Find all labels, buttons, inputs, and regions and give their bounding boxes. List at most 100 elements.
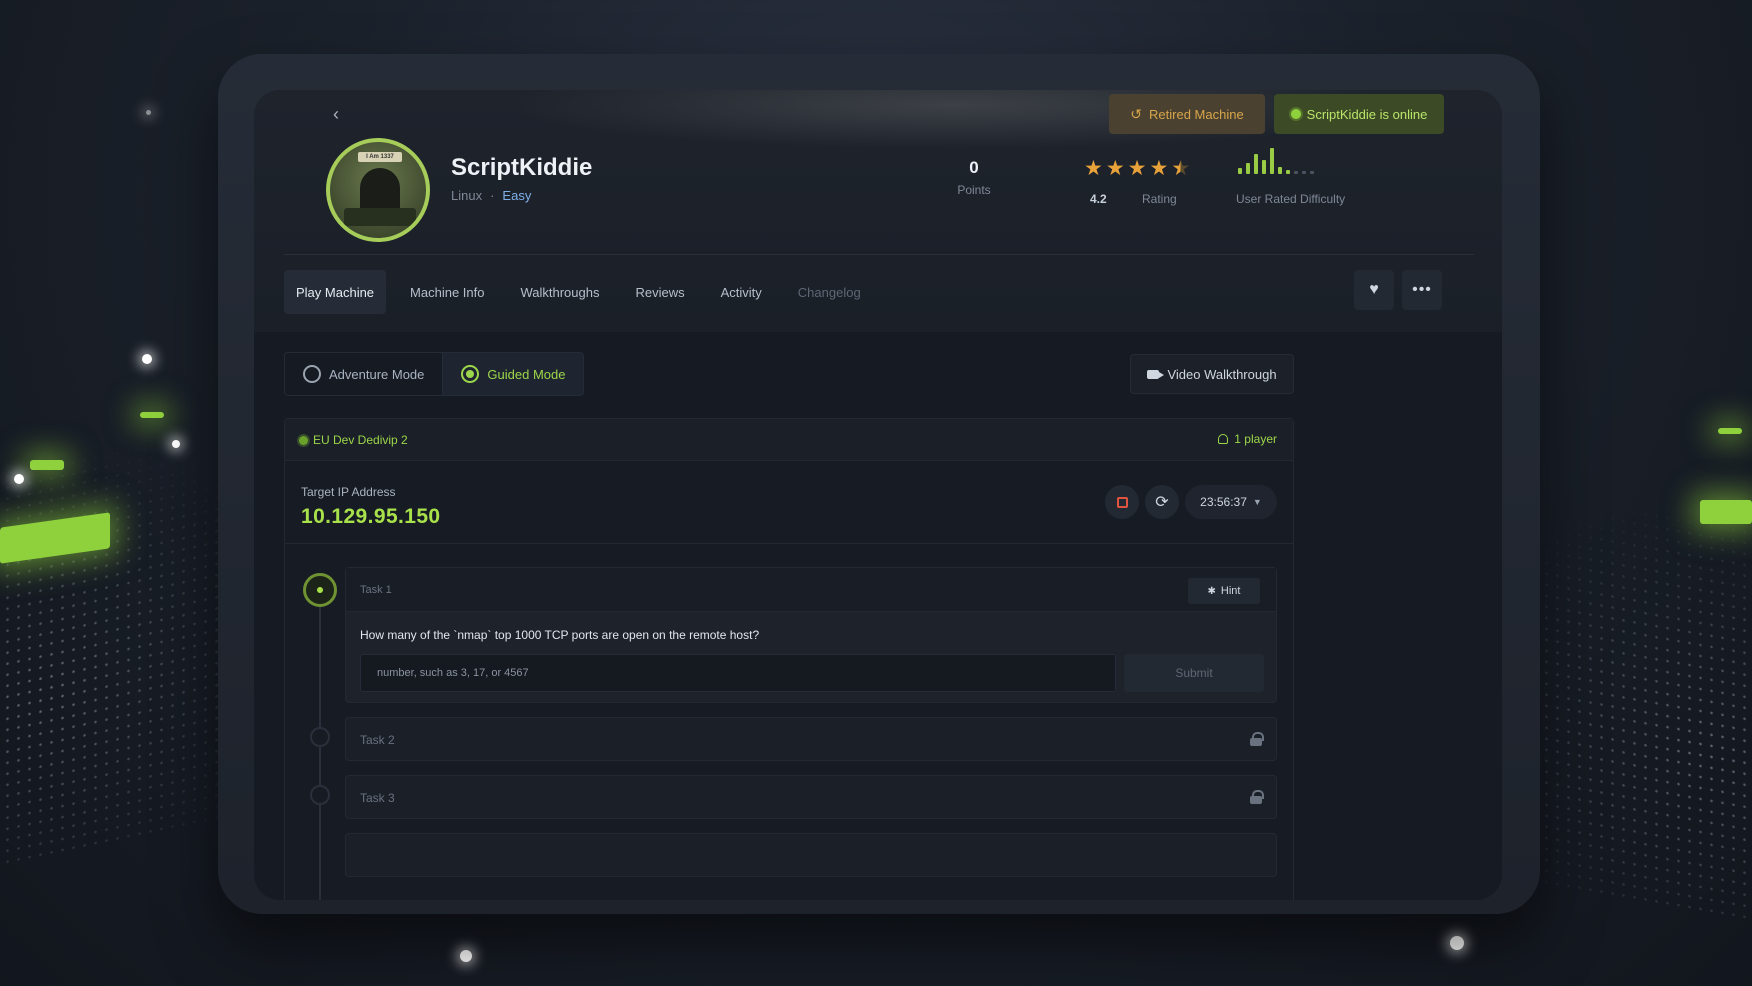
lock-icon bbox=[1250, 732, 1264, 746]
background-bokeh bbox=[172, 440, 180, 448]
online-status-icon bbox=[1290, 109, 1301, 119]
tab-activity[interactable]: Activity bbox=[709, 270, 774, 314]
favorite-button[interactable]: ♥ bbox=[1354, 270, 1394, 310]
avatar-desk bbox=[344, 208, 416, 226]
player-count-label: 1 player bbox=[1234, 432, 1277, 446]
submit-button[interactable]: Submit bbox=[1124, 654, 1264, 692]
chevron-down-icon: ▼ bbox=[1252, 497, 1262, 507]
server-bar: EU Dev Dedivip 2 1 player bbox=[285, 419, 1293, 461]
video-camera-icon bbox=[1147, 369, 1165, 379]
machine-panel: EU Dev Dedivip 2 1 player Target IP Addr… bbox=[284, 418, 1294, 900]
server-name[interactable]: EU Dev Dedivip 2 bbox=[299, 433, 408, 447]
task-4-card-partial bbox=[345, 833, 1277, 877]
back-chevron-icon[interactable]: ‹ bbox=[326, 104, 346, 124]
background-bokeh bbox=[1450, 936, 1464, 950]
timer-value: 23:56:37 bbox=[1200, 495, 1247, 509]
task-1-title: Task 1 bbox=[360, 584, 392, 596]
background-bokeh bbox=[146, 110, 151, 115]
rating-stars: ★ ★ ★ ★ ★ bbox=[1084, 156, 1190, 181]
points-label: Points bbox=[957, 183, 991, 197]
more-options-button[interactable]: ••• bbox=[1402, 270, 1442, 310]
player-count: 1 player bbox=[1218, 432, 1277, 446]
difficulty-bar bbox=[1278, 167, 1282, 174]
reset-machine-button[interactable]: ⟳ bbox=[1145, 485, 1179, 519]
half-star-icon: ★ bbox=[1171, 157, 1191, 180]
difficulty-bar bbox=[1270, 148, 1274, 174]
machine-subtitle: Linux · Easy bbox=[451, 188, 531, 203]
machine-avatar: I Am 1337 bbox=[326, 138, 430, 242]
points-value: 0 bbox=[969, 158, 979, 177]
mode-switch: Adventure Mode Guided Mode bbox=[284, 352, 585, 396]
tab-play-machine[interactable]: Play Machine bbox=[284, 270, 387, 314]
heart-icon: ♥ bbox=[1369, 281, 1379, 298]
task-3-node-icon bbox=[310, 785, 330, 805]
user-rated-difficulty-label: User Rated Difficulty bbox=[1236, 192, 1346, 206]
difficulty-bar bbox=[1310, 171, 1314, 174]
difficulty-bar bbox=[1254, 154, 1258, 174]
tab-changelog[interactable]: Changelog bbox=[786, 270, 873, 314]
tab-machine-info[interactable]: Machine Info bbox=[398, 270, 496, 314]
machine-online-label: ScriptKiddie is online bbox=[1306, 106, 1428, 122]
task-1-question: How many of the `nmap` top 1000 TCP port… bbox=[360, 628, 760, 642]
task-2-node-icon bbox=[310, 727, 330, 747]
background-glow-block bbox=[1700, 500, 1752, 524]
task-2-card[interactable]: Task 2 bbox=[345, 717, 1277, 761]
server-status-icon bbox=[299, 435, 308, 445]
hint-label: Hint bbox=[1220, 585, 1241, 597]
background-glow-block bbox=[1718, 428, 1742, 434]
machine-online-badge: ScriptKiddie is online bbox=[1274, 94, 1444, 134]
radio-icon bbox=[303, 365, 321, 383]
adventure-mode-label: Adventure Mode bbox=[329, 366, 425, 382]
task-3-card[interactable]: Task 3 bbox=[345, 775, 1277, 819]
video-walkthrough-label: Video Walkthrough bbox=[1167, 366, 1277, 382]
machine-difficulty[interactable]: Easy bbox=[502, 188, 531, 203]
target-ip-label: Target IP Address bbox=[301, 485, 396, 499]
user-icon bbox=[1218, 434, 1229, 444]
task-timeline bbox=[319, 597, 321, 900]
lock-icon bbox=[1250, 790, 1264, 804]
app-screen: ‹ ↺ Retired Machine ScriptKiddie is onli… bbox=[254, 90, 1502, 900]
server-name-label: EU Dev Dedivip 2 bbox=[313, 433, 408, 447]
difficulty-chart-icon bbox=[1238, 146, 1314, 174]
retired-machine-badge: ↺ Retired Machine bbox=[1109, 94, 1265, 134]
target-ip-value[interactable]: 10.129.95.150 bbox=[301, 505, 441, 529]
star-icon: ★ bbox=[1084, 157, 1103, 180]
retired-machine-label: Retired Machine bbox=[1149, 106, 1244, 122]
background-bokeh bbox=[460, 950, 472, 962]
points-stat: 0 Points bbox=[944, 158, 1004, 197]
task-1-header: Task 1 ✱ Hint bbox=[346, 568, 1276, 612]
rating-label: Rating bbox=[1142, 192, 1177, 206]
difficulty-bar bbox=[1238, 168, 1242, 174]
guided-mode-option[interactable]: Guided Mode bbox=[442, 353, 584, 395]
guided-mode-label: Guided Mode bbox=[487, 366, 566, 382]
hint-button[interactable]: ✱ Hint bbox=[1188, 578, 1260, 604]
task-1-answer-input[interactable] bbox=[360, 654, 1116, 692]
difficulty-bar bbox=[1302, 171, 1306, 174]
machine-timer-dropdown[interactable]: 23:56:37 ▼ bbox=[1185, 485, 1277, 519]
history-icon: ↺ bbox=[1130, 105, 1143, 122]
background-glow-block bbox=[140, 412, 164, 418]
star-icon: ★ bbox=[1127, 157, 1147, 180]
machine-name: ScriptKiddie bbox=[451, 154, 593, 181]
machine-tabs: Play Machine Machine Info Walkthroughs R… bbox=[284, 270, 885, 314]
tab-walkthroughs[interactable]: Walkthroughs bbox=[508, 270, 611, 314]
task-1-active-node-icon bbox=[303, 573, 337, 607]
difficulty-bar bbox=[1286, 170, 1290, 174]
background-bokeh bbox=[142, 354, 152, 364]
background-glow-block bbox=[30, 460, 64, 470]
task-2-title: Task 2 bbox=[360, 733, 395, 747]
tab-reviews[interactable]: Reviews bbox=[623, 270, 696, 314]
video-walkthrough-button[interactable]: Video Walkthrough bbox=[1130, 354, 1294, 394]
avatar-text: I Am 1337 bbox=[358, 152, 402, 162]
lightbulb-icon: ✱ bbox=[1207, 585, 1216, 597]
subtitle-separator: · bbox=[490, 188, 495, 203]
stop-machine-button[interactable] bbox=[1105, 485, 1139, 519]
adventure-mode-option[interactable]: Adventure Mode bbox=[285, 353, 442, 395]
header-divider bbox=[284, 254, 1474, 255]
difficulty-bar bbox=[1246, 163, 1250, 174]
stop-icon bbox=[1116, 496, 1128, 508]
star-icon: ★ bbox=[1105, 157, 1125, 180]
task-1-card: Task 1 ✱ Hint How many of the `nmap` top… bbox=[345, 567, 1277, 703]
machine-os: Linux bbox=[451, 188, 483, 203]
rating-value: 4.2 bbox=[1090, 192, 1107, 206]
